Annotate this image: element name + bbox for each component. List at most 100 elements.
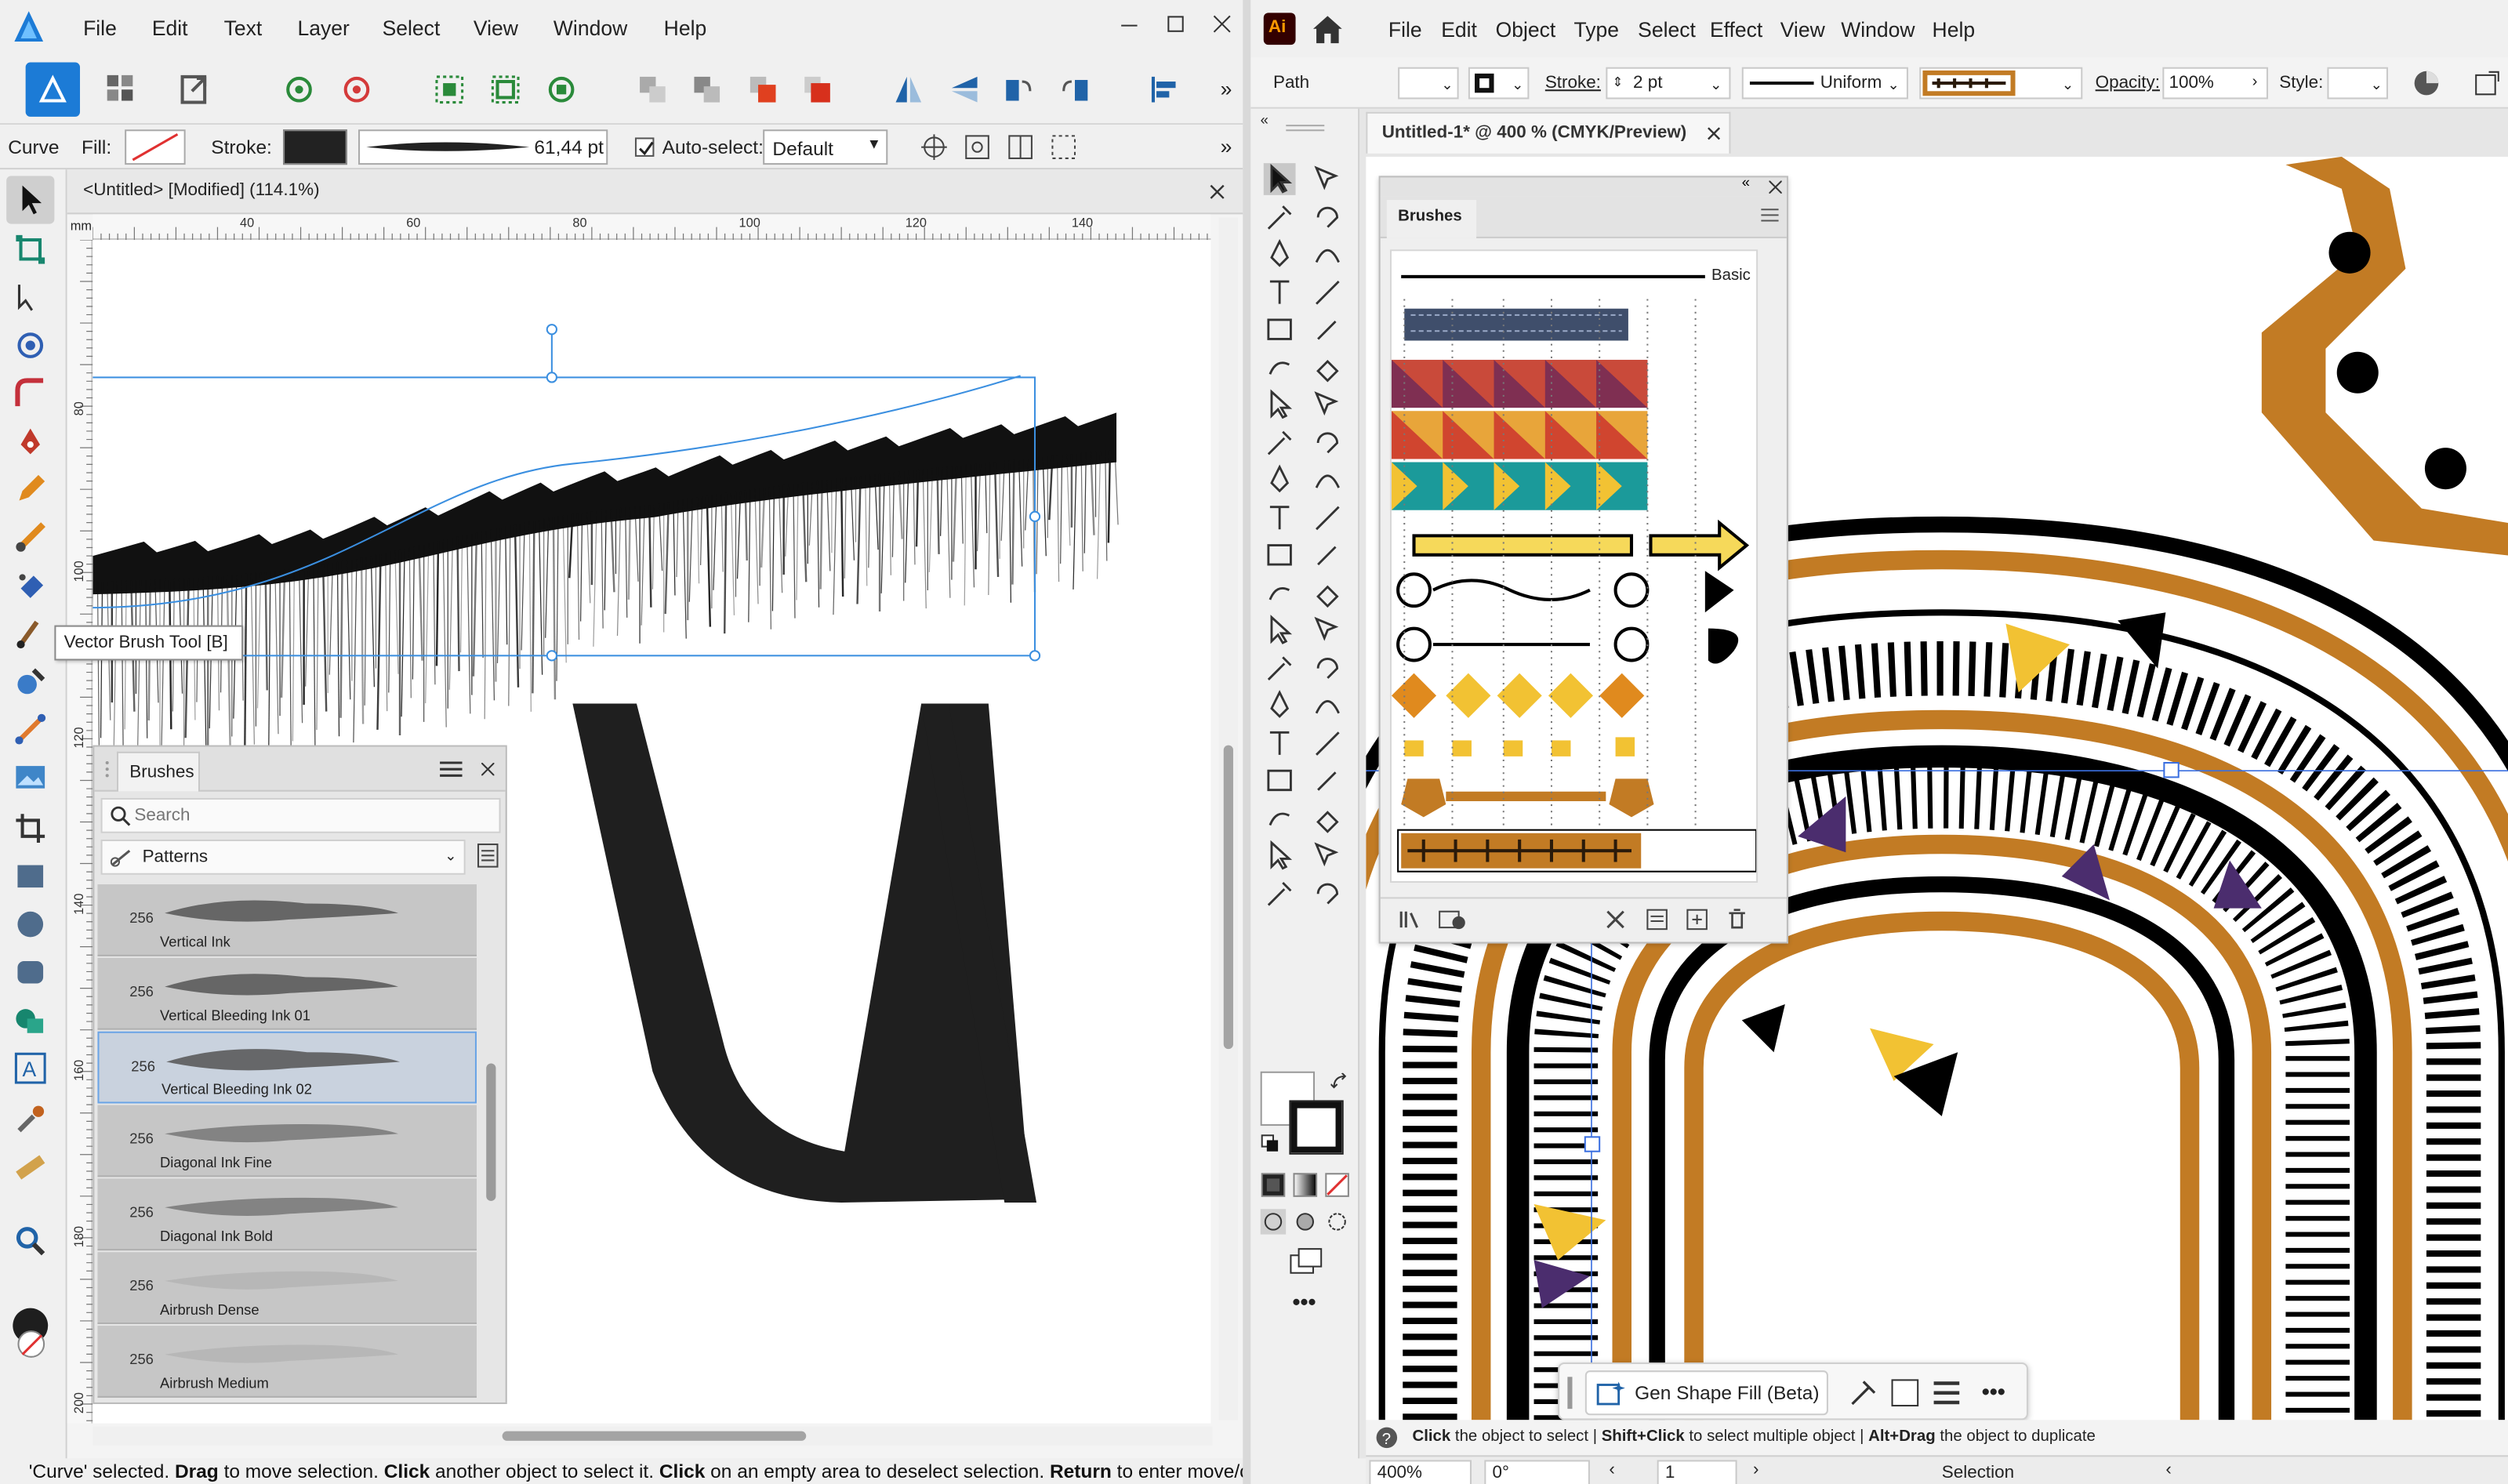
fill-color-well[interactable] [17, 1330, 45, 1358]
ai-stroke-color[interactable] [1289, 1100, 1344, 1155]
eyedropper-tool-icon[interactable] [1264, 539, 1296, 571]
boolean-add-icon[interactable] [432, 72, 467, 107]
magic-wand-tool-icon[interactable] [1264, 201, 1296, 233]
draw-behind-icon[interactable] [1292, 1209, 1318, 1235]
type-tool-icon[interactable] [1264, 276, 1296, 308]
gradient-tool-icon[interactable] [1312, 501, 1344, 533]
artboard-next-icon[interactable]: › [1753, 1460, 1759, 1479]
free-transform-tool-icon[interactable] [1312, 426, 1344, 459]
status-mode[interactable]: Selection [1942, 1463, 2014, 1482]
variable-width-profile[interactable]: Uniform ⌄ [1741, 67, 1908, 100]
scrollbar-thumb[interactable] [502, 1431, 807, 1441]
brush-swatches[interactable] [1391, 299, 1757, 874]
panel-titlebar[interactable]: « [1380, 174, 1787, 197]
fill-tool-icon[interactable] [14, 569, 46, 601]
menu-window[interactable]: Window [554, 16, 627, 40]
rotate-right-icon[interactable] [1058, 72, 1093, 107]
show-bounding-box-icon[interactable] [963, 132, 992, 161]
contour-tool-icon[interactable] [14, 329, 46, 361]
collapse-panel-icon[interactable]: « [1742, 174, 1750, 190]
autoselect-dropdown[interactable]: Default ▼ [763, 129, 888, 165]
recolor-artwork-icon[interactable] [2412, 69, 2441, 98]
transform-origin-icon[interactable] [920, 132, 949, 161]
close-document-icon[interactable] [1209, 184, 1225, 200]
crop-tool-icon[interactable] [1264, 764, 1296, 796]
menu-type[interactable]: Type [1574, 17, 1620, 42]
opacity-label[interactable]: Opacity: [2096, 74, 2160, 93]
star-tool-icon[interactable] [1312, 877, 1344, 909]
measure-tool-icon[interactable] [1312, 764, 1344, 796]
rotate-tool-icon[interactable] [1264, 389, 1296, 421]
pixel-persona-icon[interactable] [104, 72, 140, 107]
artistic-text-tool-icon[interactable]: A [14, 1052, 46, 1084]
panel-menu-icon[interactable] [1761, 208, 1779, 222]
graphic-style-picker[interactable]: ⌄ [2327, 67, 2388, 100]
rectangle-tool-icon[interactable] [14, 860, 46, 892]
navigator-tool-icon[interactable] [1312, 840, 1344, 872]
move-tool-button[interactable] [6, 176, 55, 224]
pen-tool-icon[interactable] [1264, 238, 1296, 270]
shape-builder-tool-icon[interactable] [1264, 464, 1296, 496]
brush-list-item[interactable]: 256 Vertical Bleeding Ink 02 [97, 1031, 477, 1104]
direct-selection-tool-icon[interactable] [1312, 163, 1344, 195]
live-paint-tool-icon[interactable] [1312, 689, 1344, 721]
artboard-prev-icon[interactable]: ‹ [1609, 1460, 1614, 1479]
menu-effect[interactable]: Effect [1710, 17, 1762, 42]
export-persona-icon[interactable] [177, 72, 212, 107]
brushes-tab[interactable]: Brushes [116, 751, 201, 792]
stroke-swatch[interactable]: ⌄ [1468, 67, 1530, 100]
vector-brush-tool-icon[interactable] [14, 521, 46, 553]
stroke-width-field[interactable]: 61,44 pt [358, 129, 608, 165]
color-mode-icon[interactable] [1261, 1172, 1287, 1198]
paintbrush-tool-icon[interactable] [1312, 314, 1344, 346]
screen-mode-icon[interactable] [1289, 1247, 1324, 1276]
more-options-icon[interactable]: ••• [1982, 1378, 2005, 1404]
none-mode-icon[interactable] [1324, 1172, 1350, 1198]
autoselect-checkbox[interactable] [634, 137, 655, 157]
status-expand-icon[interactable]: ‹ [2165, 1460, 2171, 1479]
stroke-swatch[interactable] [283, 129, 347, 165]
delete-brush-icon[interactable] [1726, 907, 1748, 931]
transform-mode-icon[interactable] [1006, 132, 1035, 161]
scrollbar-thumb[interactable] [486, 1063, 496, 1201]
arrange-front-icon[interactable] [800, 72, 835, 107]
crop-tool-icon[interactable] [14, 812, 46, 844]
remove-brush-stroke-icon[interactable] [1604, 909, 1627, 931]
selection-tool-icon[interactable] [1263, 163, 1296, 195]
print-tiling-tool-icon[interactable] [1264, 840, 1296, 872]
brush-list-item[interactable]: 256 Airbrush Dense [97, 1252, 477, 1325]
brush-list-item[interactable]: 256 Vertical Ink [97, 884, 477, 956]
knife-tool-icon[interactable] [1264, 802, 1296, 834]
snapping-options-icon[interactable] [339, 72, 375, 107]
panel-close-icon[interactable] [1769, 180, 1782, 194]
basic-brush-line[interactable] [1401, 274, 1705, 278]
hand-tool-icon[interactable] [1264, 651, 1296, 684]
corner-tool-icon[interactable] [14, 377, 46, 409]
menu-view[interactable]: View [474, 16, 518, 40]
brush-stroke-options-icon[interactable] [1847, 1377, 1879, 1409]
gradient-mode-icon[interactable] [1292, 1172, 1318, 1198]
designer-persona-button[interactable] [25, 62, 81, 117]
arrange-back-icon[interactable] [635, 72, 670, 107]
draw-inside-icon[interactable] [1324, 1209, 1350, 1235]
distribute-icon[interactable] [1049, 132, 1078, 161]
perspective-grid-tool-icon[interactable] [1312, 464, 1344, 496]
left-document-tab[interactable]: <Untitled> [Modified] (114.1%) [67, 169, 1243, 215]
rounded-rectangle-tool-icon[interactable] [14, 956, 46, 989]
brush-list-item[interactable]: 256 Diagonal Ink Bold [97, 1178, 477, 1251]
swap-fill-stroke-icon[interactable] [1330, 1072, 1349, 1092]
fill-swatch[interactable]: ⌄ [1398, 67, 1459, 100]
place-image-tool-icon[interactable] [14, 761, 46, 793]
width-tool-icon[interactable] [1264, 426, 1296, 459]
align-to-artboard-icon[interactable] [2473, 69, 2502, 98]
panel-close-icon[interactable] [481, 763, 495, 776]
gen-shape-fill-button[interactable]: Gen Shape Fill (Beta) [1584, 1370, 1828, 1416]
paint-brush-tool-icon[interactable] [14, 617, 46, 649]
help-icon[interactable]: ? [1376, 1427, 1399, 1450]
artboard-tool-icon[interactable] [14, 234, 46, 266]
menu-help[interactable]: Help [1933, 17, 1976, 42]
ellipse-tool-icon[interactable] [14, 909, 46, 941]
fill-swatch[interactable] [125, 129, 186, 165]
shaper-tool-icon[interactable] [1264, 351, 1296, 383]
scale-tool-icon[interactable] [1312, 389, 1344, 421]
